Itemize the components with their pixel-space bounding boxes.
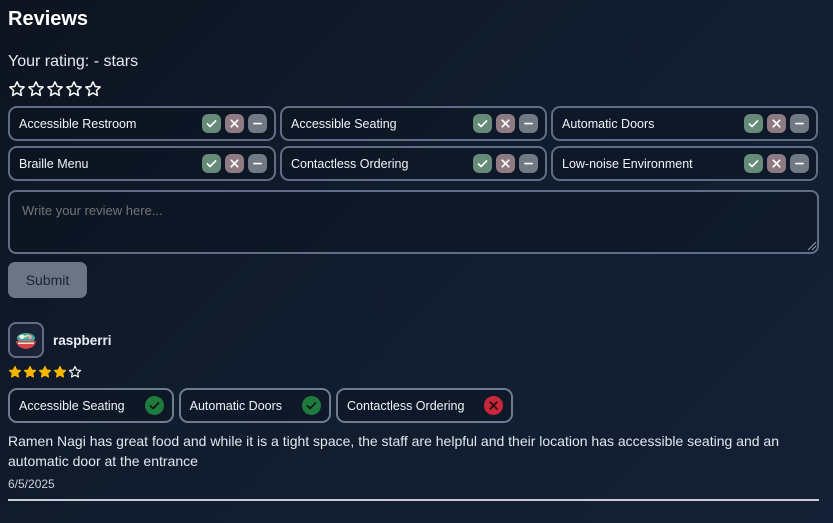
feature-label: Accessible Seating: [291, 116, 397, 131]
feature-label: Low-noise Environment: [562, 156, 693, 171]
minus-icon[interactable]: [519, 154, 538, 173]
rating-star-input: [8, 80, 102, 98]
tag-label: Contactless Ordering: [347, 398, 465, 413]
minus-icon[interactable]: [248, 154, 267, 173]
feature-vote-item: Contactless Ordering: [280, 146, 547, 181]
your-rating-label: Your rating: - stars: [8, 53, 139, 70]
star-icon[interactable]: [46, 80, 64, 98]
star-icon: [38, 365, 52, 379]
check-icon[interactable]: [202, 154, 221, 173]
vote-button-group: [744, 114, 809, 133]
minus-icon[interactable]: [248, 114, 267, 133]
star-icon[interactable]: [84, 80, 102, 98]
feature-label: Braille Menu: [19, 156, 89, 171]
tag-label: Accessible Seating: [19, 398, 125, 413]
vote-button-group: [202, 114, 267, 133]
feature-tag: Contactless Ordering: [336, 388, 514, 423]
vote-button-group: [473, 154, 538, 173]
x-icon[interactable]: [496, 114, 515, 133]
feature-label: Accessible Restroom: [19, 116, 137, 131]
divider: [8, 499, 819, 501]
ramen-bowl-avatar-icon: [16, 333, 36, 349]
feature-tag: Automatic Doors: [178, 388, 332, 423]
star-icon: [68, 365, 82, 379]
check-icon[interactable]: [202, 114, 221, 133]
reviewer-username: raspberri: [53, 332, 112, 348]
minus-icon[interactable]: [790, 114, 809, 133]
vote-button-group: [202, 154, 267, 173]
check-circle-icon: [144, 396, 164, 415]
x-icon[interactable]: [225, 114, 244, 133]
reviewer-header: raspberri: [8, 322, 819, 358]
x-icon[interactable]: [767, 154, 786, 173]
star-icon: [23, 365, 37, 379]
review-feature-tags: Accessible Seating Automatic Doors Contact…: [8, 388, 819, 423]
feature-label: Automatic Doors: [562, 116, 655, 131]
review-star-rating: [8, 365, 819, 379]
star-icon: [53, 365, 67, 379]
feature-tag: Accessible Seating: [8, 388, 174, 423]
resize-grip-icon[interactable]: [806, 240, 817, 251]
x-icon[interactable]: [225, 154, 244, 173]
star-icon[interactable]: [8, 80, 26, 98]
accessibility-feature-grid: Accessible Restroom Accessible Seating Aut…: [8, 106, 818, 181]
review-text: Ramen Nagi has great food and while it i…: [8, 433, 779, 469]
x-icon[interactable]: [496, 154, 515, 173]
star-icon[interactable]: [65, 80, 83, 98]
x-icon[interactable]: [767, 114, 786, 133]
feature-vote-item: Accessible Restroom: [8, 106, 276, 141]
minus-icon[interactable]: [790, 154, 809, 173]
check-icon[interactable]: [473, 154, 492, 173]
vote-button-group: [473, 114, 538, 133]
feature-vote-item: Accessible Seating: [280, 106, 547, 141]
page-title: Reviews: [8, 8, 89, 30]
feature-vote-item: Automatic Doors: [551, 106, 818, 141]
check-icon[interactable]: [744, 154, 763, 173]
review-date: 6/5/2025: [8, 477, 55, 491]
feature-vote-item: Low-noise Environment: [551, 146, 818, 181]
feature-vote-item: Braille Menu: [8, 146, 276, 181]
reviews-page: Reviews Your rating: - stars Accessible …: [0, 0, 833, 523]
star-icon: [8, 365, 22, 379]
vote-button-group: [744, 154, 809, 173]
review-card: raspberri Accessible Seating Automatic Do…: [8, 322, 819, 501]
minus-icon[interactable]: [519, 114, 538, 133]
feature-label: Contactless Ordering: [291, 156, 409, 171]
submit-button[interactable]: Submit: [8, 262, 87, 298]
check-icon[interactable]: [744, 114, 763, 133]
tag-label: Automatic Doors: [189, 398, 283, 413]
review-textarea[interactable]: [8, 190, 819, 254]
star-icon[interactable]: [27, 80, 45, 98]
avatar: [8, 322, 44, 358]
check-icon[interactable]: [473, 114, 492, 133]
x-circle-icon: [484, 396, 504, 415]
check-circle-icon: [302, 396, 322, 415]
